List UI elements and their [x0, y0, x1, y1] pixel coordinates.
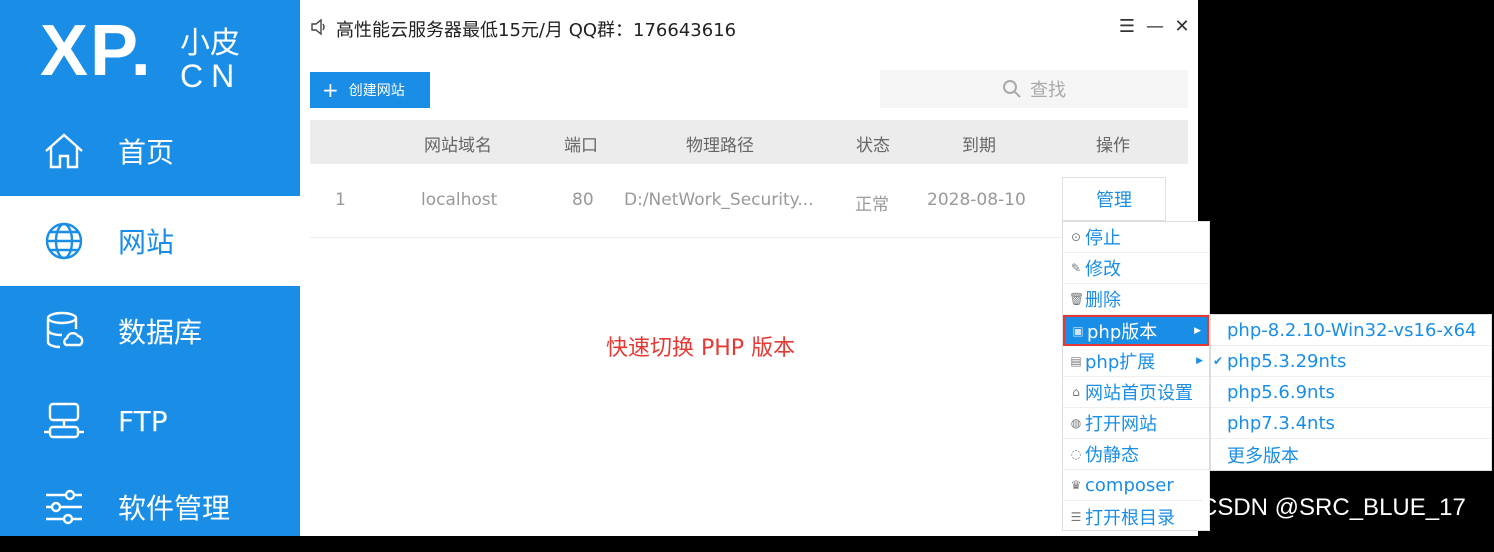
menu-item-homepage-settings[interactable]: ⌂ 网站首页设置 — [1063, 377, 1209, 408]
menu-item-delete[interactable]: 🗑 删除 — [1063, 284, 1209, 315]
create-website-label: 创建网站 — [348, 83, 405, 99]
menu-item-stop[interactable]: ⊙ 停止 — [1063, 222, 1209, 253]
globe-icon — [42, 219, 86, 263]
database-icon — [42, 309, 86, 353]
column-header-expiry: 到期 — [962, 136, 996, 156]
sidebar-item-label: 首页 — [118, 136, 175, 169]
menu-item-label: php扩展 — [1085, 352, 1156, 373]
php-version-label: php-8.2.10-Win32-vs16-x64 — [1227, 319, 1477, 341]
menu-item-php-extension[interactable]: ▤ php扩展 ▶ — [1063, 346, 1209, 377]
window-title: 高性能云服务器最低15元/月 QQ群：176643616 — [336, 20, 737, 41]
menu-item-label: 删除 — [1085, 290, 1121, 311]
annotation-text: 快速切换 PHP 版本 — [606, 336, 796, 361]
menu-item-label: php版本 — [1087, 321, 1158, 343]
folder-list-icon: ☰ — [1070, 509, 1082, 524]
menu-item-php-version[interactable]: ▣ php版本 ▶ — [1063, 315, 1209, 346]
menu-item-open-website[interactable]: ◍ 打开网站 — [1063, 408, 1209, 439]
column-header-status: 状态 — [856, 136, 890, 156]
row-domain: localhost — [421, 190, 498, 210]
logo-cn-top: 小皮 — [180, 26, 240, 61]
rewrite-icon: ◌ — [1070, 447, 1082, 461]
menu-item-label: 停止 — [1085, 228, 1121, 249]
row-port: 80 — [572, 190, 594, 210]
menu-item-label: 修改 — [1085, 259, 1121, 280]
row-index: 1 — [335, 190, 346, 210]
sidebar-item-home[interactable]: 首页 — [0, 106, 300, 196]
sliders-icon — [42, 485, 86, 529]
globe-small-icon: ◍ — [1070, 416, 1082, 430]
table-row[interactable]: 1 localhost 80 D:/NetWork_Security... 正常… — [310, 164, 1188, 238]
create-website-button[interactable]: + 创建网站 — [310, 72, 430, 108]
logo: XP. 小皮 CN — [40, 8, 280, 108]
sidebar-item-label: 网站 — [118, 226, 175, 259]
minimize-icon[interactable]: — — [1146, 18, 1164, 36]
sidebar-item-label: 数据库 — [118, 316, 203, 349]
menu-item-composer[interactable]: ♛ composer — [1063, 470, 1209, 501]
edit-icon: ✎ — [1070, 261, 1082, 275]
logo-xp: XP. — [40, 11, 153, 91]
manage-button[interactable]: 管理 — [1062, 177, 1166, 221]
checkmark-icon: ✔ — [1213, 354, 1224, 368]
menu-item-label: 伪静态 — [1085, 445, 1139, 466]
php-version-item[interactable]: php-8.2.10-Win32-vs16-x64 — [1211, 315, 1491, 346]
sidebar-item-label: 软件管理 — [118, 492, 231, 525]
menu-item-open-root-dir[interactable]: ☰ 打开根目录 — [1063, 501, 1209, 532]
sidebar-item-software[interactable]: 软件管理 — [0, 462, 300, 552]
php-version-item[interactable]: php7.3.4nts — [1211, 408, 1491, 439]
search-icon — [1003, 80, 1021, 98]
menu-icon[interactable]: ☰ — [1118, 18, 1136, 36]
menu-item-label: 网站首页设置 — [1085, 383, 1193, 404]
sidebar-item-website[interactable]: 网站 — [0, 196, 300, 286]
column-header-domain: 网站域名 — [424, 136, 492, 156]
row-expiry: 2028-08-10 — [927, 190, 1026, 210]
submenu-arrow-icon: ▶ — [1196, 356, 1203, 366]
column-header-action: 操作 — [1096, 136, 1130, 156]
menu-item-label: 打开网站 — [1085, 414, 1157, 435]
table-header: 网站域名 端口 物理路径 状态 到期 操作 — [310, 120, 1188, 164]
ftp-icon — [42, 399, 86, 443]
php-icon: ▣ — [1072, 323, 1084, 338]
more-versions-item[interactable]: 更多版本 — [1211, 439, 1491, 470]
php-version-label: php5.3.29nts — [1227, 350, 1347, 372]
menu-item-rewrite[interactable]: ◌ 伪静态 — [1063, 439, 1209, 470]
menu-item-label: 打开根目录 — [1085, 507, 1175, 529]
sidebar-item-ftp[interactable]: FTP — [0, 376, 300, 466]
close-icon[interactable]: ✕ — [1173, 18, 1191, 36]
sidebar-item-database[interactable]: 数据库 — [0, 286, 300, 376]
context-menu: ⊙ 停止 ✎ 修改 🗑 删除 ▣ php版本 ▶ ▤ php扩展 ▶ ⌂ 网站首… — [1062, 221, 1210, 531]
composer-icon: ♛ — [1070, 478, 1082, 492]
php-version-label: php7.3.4nts — [1227, 412, 1335, 434]
watermark: CSDN @SRC_BLUE_17 — [1200, 494, 1466, 521]
search-input[interactable]: 查找 — [880, 70, 1188, 108]
home-small-icon: ⌂ — [1072, 385, 1080, 399]
sidebar-item-label: FTP — [118, 404, 168, 438]
php-version-label: php5.6.9nts — [1227, 381, 1335, 403]
extension-icon: ▤ — [1070, 354, 1082, 368]
row-status: 正常 — [855, 195, 889, 215]
home-icon — [42, 129, 86, 173]
submenu-arrow-icon: ▶ — [1194, 325, 1201, 336]
trash-icon: 🗑 — [1069, 292, 1085, 306]
search-placeholder: 查找 — [1030, 80, 1066, 101]
title-bar: 高性能云服务器最低15元/月 QQ群：176643616 ☰ — ✕ — [300, 0, 1198, 58]
menu-item-edit[interactable]: ✎ 修改 — [1063, 253, 1209, 284]
php-version-item[interactable]: php5.6.9nts — [1211, 377, 1491, 408]
logo-cn-bottom: CN — [180, 58, 243, 94]
php-version-label: 更多版本 — [1227, 445, 1299, 467]
manage-button-label: 管理 — [1096, 190, 1132, 211]
column-header-port: 端口 — [564, 136, 598, 156]
row-path: D:/NetWork_Security... — [624, 190, 814, 210]
column-header-path: 物理路径 — [686, 136, 754, 156]
php-version-submenu: php-8.2.10-Win32-vs16-x64 ✔ php5.3.29nts… — [1210, 314, 1492, 471]
plus-icon: + — [322, 78, 339, 102]
speaker-icon — [311, 18, 325, 36]
php-version-item[interactable]: ✔ php5.3.29nts — [1211, 346, 1491, 377]
menu-item-label: composer — [1085, 474, 1174, 496]
sidebar: XP. 小皮 CN 首页 网站 数据库 FTP 软件管理 — [0, 0, 300, 536]
stop-icon: ⊙ — [1070, 230, 1082, 244]
